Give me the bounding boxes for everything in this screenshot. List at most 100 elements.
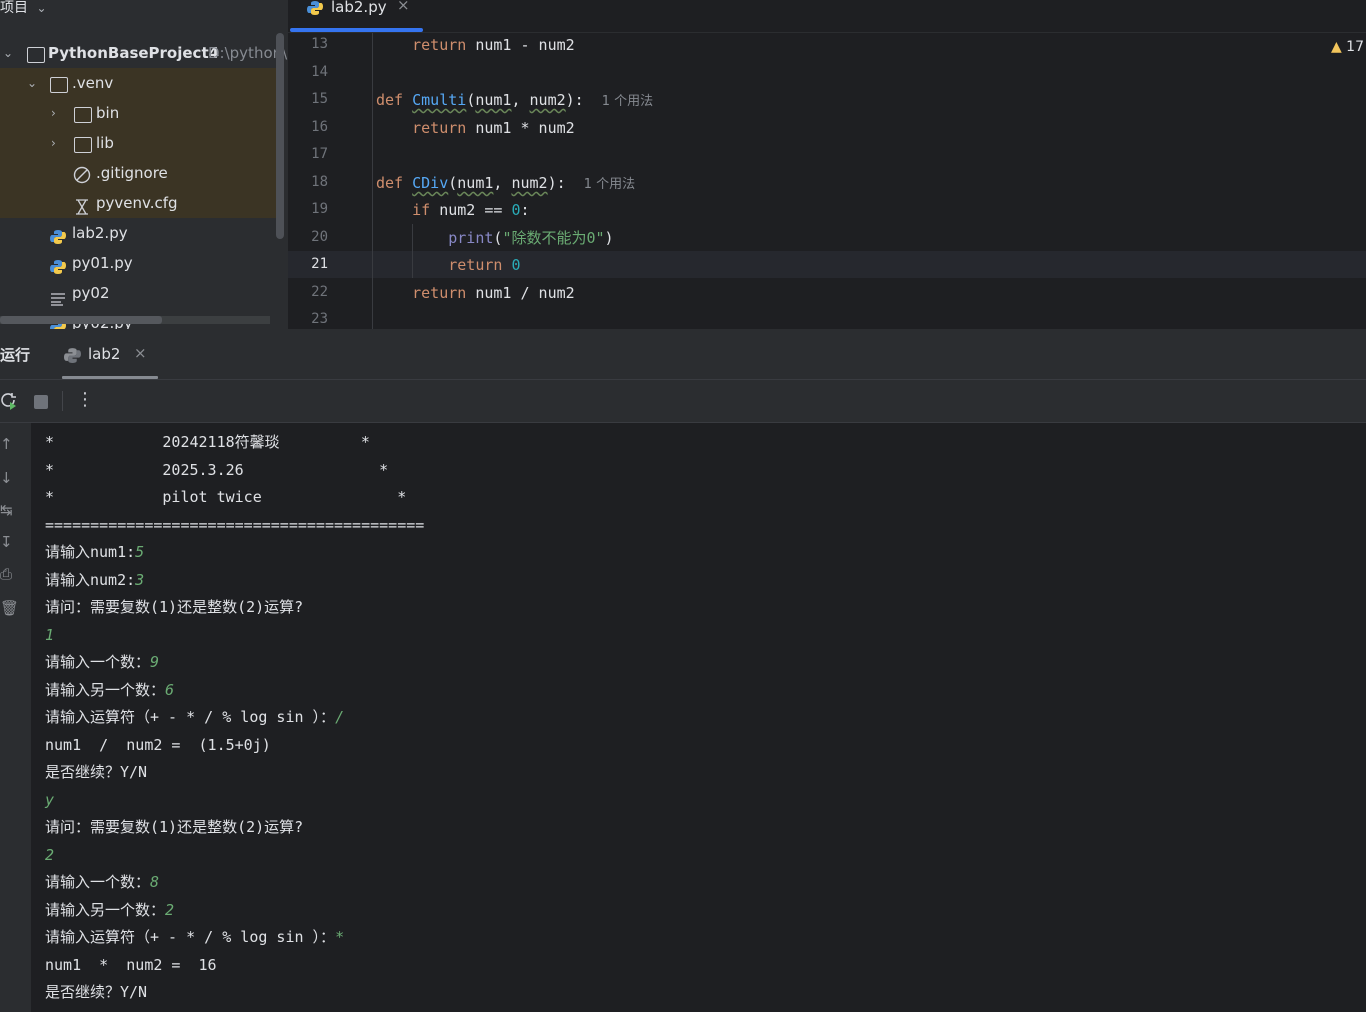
- console-user-input: y: [45, 790, 55, 809]
- run-window-title: 运行: [0, 346, 31, 364]
- keyword: return: [412, 284, 467, 302]
- parameter: num2: [511, 174, 548, 192]
- folder-icon: [74, 137, 92, 153]
- warning-count: 17: [1346, 39, 1364, 55]
- run-tab-label: lab2: [88, 345, 121, 363]
- project-vertical-scrollbar[interactable]: [276, 33, 284, 239]
- console-line: y: [45, 787, 54, 814]
- stop-icon[interactable]: [34, 395, 48, 409]
- config-file-icon: [75, 195, 93, 215]
- console-line: 是否继续？Y/N: [45, 979, 147, 1006]
- console-output-text: 是否继续？Y/N: [45, 983, 148, 1001]
- tab-lab2-py[interactable]: lab2.py ×: [288, 0, 424, 32]
- code-line-16[interactable]: return num1 * num2: [376, 115, 575, 142]
- code-text: ):: [547, 174, 566, 192]
- console-line: * 2025.3.26 *: [45, 457, 388, 484]
- tree-item-lib[interactable]: › lib: [0, 128, 276, 158]
- console-output-text: * 2025.3.26 *: [45, 460, 389, 479]
- tree-item-py02[interactable]: py02: [0, 278, 276, 308]
- close-icon[interactable]: ×: [134, 344, 147, 362]
- string-literal: "除数不能为0": [502, 229, 605, 247]
- tree-item-gitignore[interactable]: .gitignore: [0, 158, 276, 188]
- usage-hint[interactable]: 1 个用法: [602, 94, 653, 109]
- scrollbar-thumb[interactable]: [0, 316, 162, 324]
- toolbar-separator: [62, 391, 63, 411]
- tree-item-label: .gitignore: [96, 164, 168, 182]
- code-editor[interactable]: lab2.py × 13 14 15 16 17 18 19 20 21 22 …: [288, 0, 1366, 329]
- soft-wrap-icon[interactable]: ↹: [0, 501, 18, 519]
- chevron-down-icon: ⌄: [36, 1, 47, 15]
- keyword: return: [412, 119, 467, 137]
- tree-item-label: lib: [96, 134, 114, 152]
- console-output-text: num1 * num2 = 16: [45, 955, 217, 974]
- text-file-icon: [50, 286, 68, 306]
- tree-item-label: pyvenv.cfg: [96, 194, 178, 212]
- indent-guide: [372, 33, 373, 329]
- code-line-15[interactable]: def Cmulti(num1, num2): 1 个用法: [376, 87, 653, 114]
- tree-item-venv[interactable]: ⌄ .venv: [0, 68, 276, 98]
- line-number: 16: [311, 119, 328, 135]
- warning-icon: ▲: [1330, 39, 1342, 55]
- code-line-20[interactable]: print("除数不能为0"): [376, 225, 614, 252]
- console-line: num1 * num2 = 16: [45, 952, 217, 979]
- code-line-18[interactable]: def CDiv(num1, num2): 1 个用法: [376, 170, 635, 197]
- project-panel: 项目 ⌄ ⌄ PythonBaseProject4 D:\python\ ⌄ .…: [0, 0, 288, 329]
- usage-hint[interactable]: 1 个用法: [584, 177, 635, 192]
- console-output[interactable]: * 20242118符馨琰 * * 2025.3.26 * * pilot twic…: [31, 423, 1366, 1012]
- arrow-down-icon[interactable]: ↓: [0, 469, 18, 487]
- tree-item-root[interactable]: ⌄ PythonBaseProject4 D:\python\: [0, 38, 287, 68]
- scroll-to-end-icon[interactable]: ↧: [0, 533, 18, 551]
- tree-item-pyvenv-cfg[interactable]: pyvenv.cfg: [0, 188, 276, 218]
- line-number: 19: [311, 201, 328, 217]
- code-line-21[interactable]: return 0: [376, 252, 520, 279]
- project-panel-header[interactable]: 项目 ⌄: [0, 0, 47, 19]
- code-line-22[interactable]: return num1 / num2: [376, 280, 575, 307]
- console-output-text: 请输入num2:: [45, 570, 136, 589]
- console-line: 请输入另一个数：6: [45, 677, 174, 704]
- console-output-text: 请输入运算符（+ - * / % log sin ）：: [45, 928, 336, 946]
- chevron-down-icon[interactable]: ⌄: [27, 77, 39, 89]
- console-line: 2: [45, 842, 54, 869]
- keyword: if: [412, 201, 431, 219]
- console-user-input: 2: [45, 845, 55, 864]
- parameter: num1: [475, 91, 512, 109]
- console-user-input: 8: [150, 873, 160, 891]
- console-line: 请输入num1:5: [45, 539, 144, 566]
- run-tool-window: 运行 lab2 × ⋮ ↑ ↓ ↹ ↧ ⎙ 🗑 * 20242118符馨琰 * *…: [0, 329, 1366, 1012]
- console-line: 请问：需要复数(1)还是整数(2)运算?: [45, 814, 303, 841]
- ide-top-area: 项目 ⌄ ⌄ PythonBaseProject4 D:\python\ ⌄ .…: [0, 0, 1366, 329]
- print-icon[interactable]: ⎙: [0, 565, 18, 583]
- code-line-19[interactable]: if num2 == 0:: [376, 197, 530, 224]
- trash-icon[interactable]: 🗑: [0, 599, 19, 617]
- arrow-up-icon[interactable]: ↑: [0, 435, 18, 453]
- line-number: 18: [311, 174, 328, 190]
- tree-item-label: lab2.py: [72, 224, 128, 242]
- console-user-input: 1: [45, 625, 55, 644]
- code-line-13[interactable]: return num1 - num2: [376, 32, 575, 59]
- line-number: 15: [311, 91, 328, 107]
- inspection-widget[interactable]: ▲ 17: [1331, 39, 1364, 55]
- chevron-right-icon[interactable]: ›: [51, 107, 63, 119]
- project-horizontal-scrollbar[interactable]: [0, 316, 270, 324]
- keyword: return: [448, 256, 503, 274]
- tree-item-lab2-py[interactable]: lab2.py: [0, 218, 276, 248]
- python-file-icon: [50, 225, 68, 244]
- line-number: 21: [311, 256, 328, 272]
- rerun-icon[interactable]: [0, 392, 18, 414]
- close-icon[interactable]: ×: [397, 0, 410, 14]
- tree-item-label: py02: [72, 284, 110, 302]
- code-text: :: [520, 201, 530, 219]
- more-vertical-icon[interactable]: ⋮: [76, 389, 94, 410]
- tree-item-bin[interactable]: › bin: [0, 98, 276, 128]
- python-file-icon: [307, 0, 323, 20]
- console-user-input: 2: [165, 900, 175, 919]
- code-text: ): [604, 229, 614, 247]
- console-line: ========================================…: [45, 512, 424, 539]
- console-user-input: 6: [165, 680, 175, 699]
- parameter: num1: [457, 174, 494, 192]
- tree-item-py01-py[interactable]: py01.py: [0, 248, 276, 278]
- tree-item-label: py01.py: [72, 254, 133, 272]
- chevron-down-icon[interactable]: ⌄: [3, 47, 15, 59]
- chevron-right-icon[interactable]: ›: [51, 137, 63, 149]
- run-tab-lab2[interactable]: lab2 ×: [62, 341, 158, 379]
